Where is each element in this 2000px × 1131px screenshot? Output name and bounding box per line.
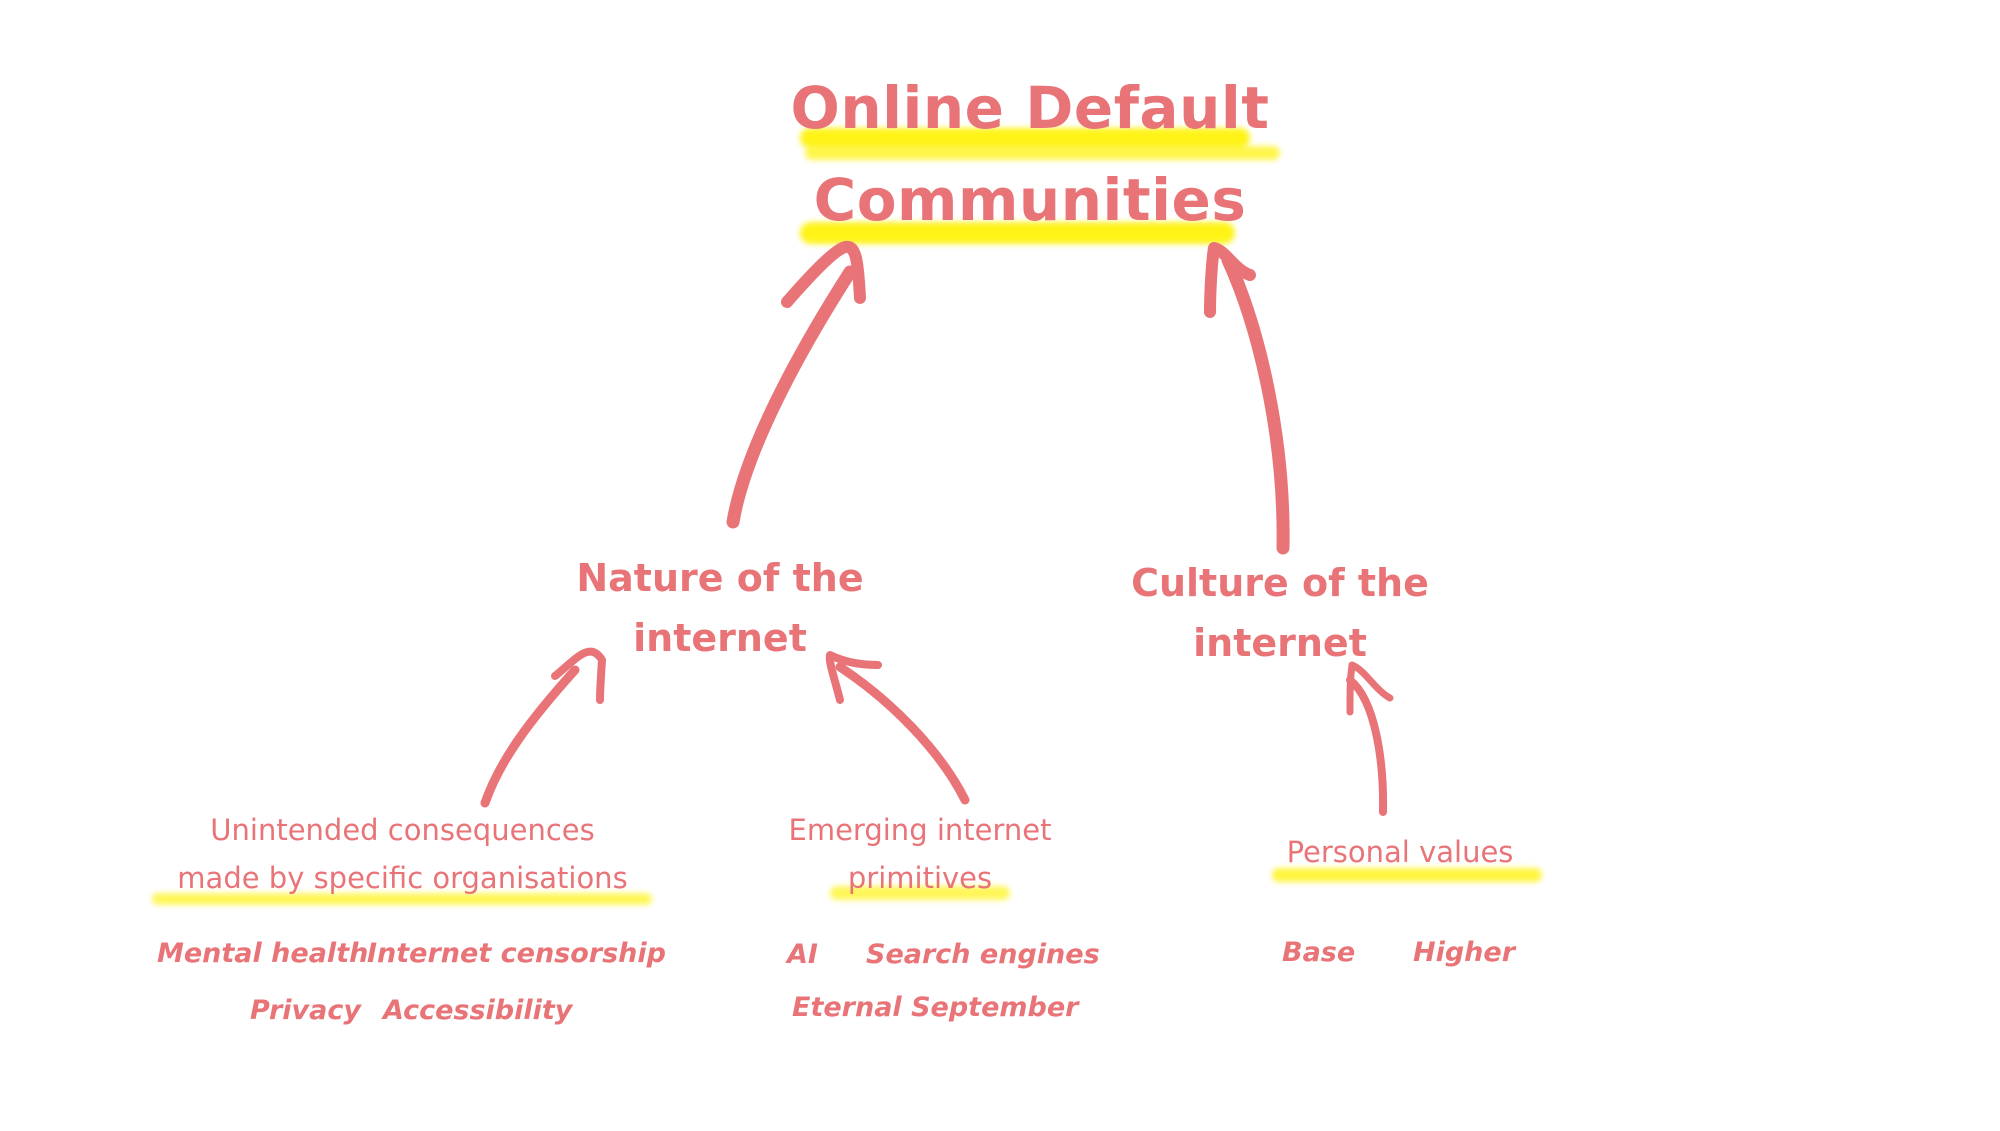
- emerging-line-1: Emerging internet: [788, 813, 1052, 847]
- unintended-line-2: made by specific organisations: [177, 861, 628, 895]
- example-internet-censorship: Internet censorship: [367, 938, 666, 969]
- example-base: Base: [1282, 937, 1356, 968]
- title-line-1: Online Default: [790, 74, 1270, 142]
- example-mental-health: Mental health: [157, 938, 369, 969]
- node-personal-values: Personal values: [1260, 828, 1540, 876]
- node-nature-of-internet: Nature of the internet: [560, 548, 880, 668]
- arrow-culture-to-title: [1221, 253, 1290, 555]
- emerging-line-2: primitives: [847, 861, 993, 895]
- example-privacy: Privacy: [250, 995, 361, 1026]
- nature-line-2: internet: [633, 616, 807, 660]
- arrow-nature-to-title: [726, 265, 857, 529]
- node-emerging-primitives: Emerging internet primitives: [770, 806, 1070, 902]
- arrow-personal-to-culture: [1346, 676, 1388, 816]
- example-ai: AI: [787, 939, 818, 970]
- arrow-emerging-to-nature: [835, 662, 970, 805]
- title-line-2: Communities: [813, 166, 1247, 234]
- example-search-engines: Search engines: [866, 939, 1100, 970]
- culture-line-1: Culture of the: [1131, 561, 1429, 605]
- unintended-line-1: Unintended consequences: [210, 813, 595, 847]
- personal-line-1: Personal values: [1286, 835, 1514, 869]
- example-eternal-september: Eternal September: [792, 992, 1079, 1023]
- example-accessibility: Accessibility: [383, 995, 573, 1026]
- diagram-title: Online Default Communities: [720, 62, 1340, 246]
- node-culture-of-internet: Culture of the internet: [1115, 553, 1445, 673]
- node-unintended-consequences: Unintended consequences made by specific…: [150, 806, 655, 902]
- culture-line-2: internet: [1193, 621, 1367, 665]
- arrow-unintended-to-nature: [480, 665, 580, 808]
- nature-line-1: Nature of the: [576, 556, 864, 600]
- example-higher: Higher: [1413, 937, 1516, 968]
